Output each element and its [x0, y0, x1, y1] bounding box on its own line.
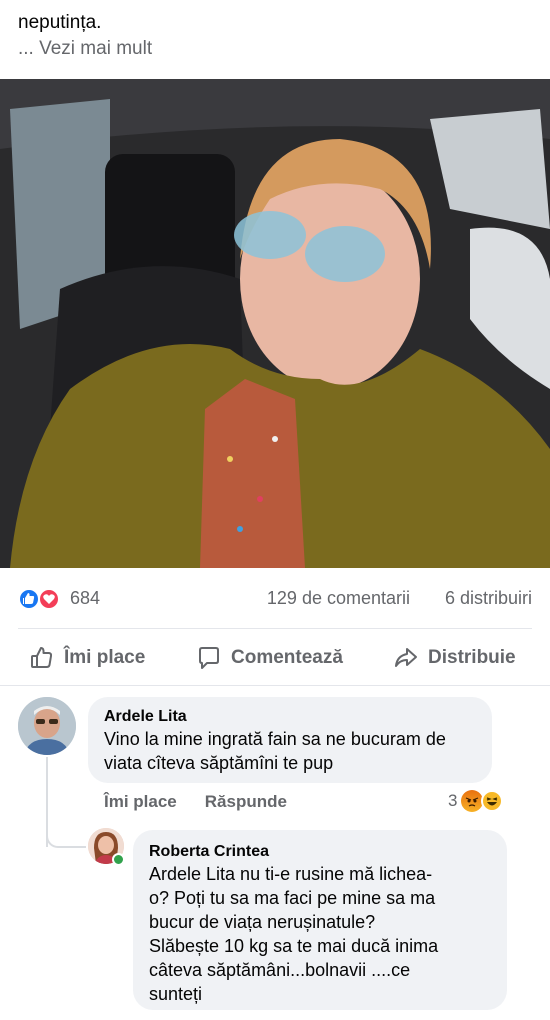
reply-author[interactable]: Roberta Crintea	[149, 842, 491, 862]
car-selfie-image	[0, 79, 550, 568]
haha-reaction-icon	[481, 790, 504, 812]
comment-like-button[interactable]: Îmi place	[104, 792, 177, 812]
comment-count[interactable]: 129 de comentarii	[267, 588, 410, 609]
comment-bubble: Ardele Lita Vino la mine ingrată fain sa…	[88, 697, 492, 783]
share-count[interactable]: 6 distribuiri	[445, 588, 532, 609]
reaction-count[interactable]: 684	[70, 588, 100, 609]
comment-actions: Îmi place Răspunde	[104, 792, 287, 812]
like-button-label: Îmi place	[64, 647, 146, 668]
online-status-indicator	[112, 853, 125, 866]
like-button[interactable]: Îmi place	[28, 642, 145, 674]
angry-reaction-icon	[461, 790, 484, 812]
thumbs-up-icon	[31, 647, 53, 668]
see-more-link[interactable]: ... Vezi mai mult	[18, 36, 152, 62]
share-button[interactable]: Distribuie	[392, 642, 516, 674]
share-arrow-icon	[395, 648, 417, 667]
post-text: neputința.	[18, 12, 102, 33]
comment-text: Vino la mine ingrată fain sa ne bucuram …	[104, 729, 446, 773]
thread-connector	[46, 830, 86, 848]
reply-bubble: Roberta Crintea Ardele Lita nu ti-e rusi…	[133, 830, 507, 1010]
divider	[18, 628, 532, 629]
post-actions: Îmi place Comentează Distribuie	[0, 636, 550, 680]
like-reaction-icon	[18, 588, 40, 610]
comment-author[interactable]: Ardele Lita	[104, 707, 476, 727]
share-button-label: Distribuie	[428, 647, 516, 668]
reaction-icons[interactable]	[18, 588, 64, 610]
comment-reaction-count: 3	[448, 791, 458, 810]
avatar[interactable]	[18, 697, 76, 755]
comment-reactions[interactable]: 3	[448, 790, 504, 812]
comment-bubble-icon	[199, 647, 219, 669]
comment-button[interactable]: Comentează	[195, 642, 343, 674]
post-photo[interactable]	[0, 79, 550, 568]
divider	[0, 685, 550, 686]
post-stats: 684 129 de comentarii 6 distribuiri	[0, 580, 550, 620]
comment-button-label: Comentează	[231, 647, 343, 668]
reply-text: Ardele Lita nu ti-e rusine mă lichea- o?…	[149, 864, 439, 1004]
comment-reply-button[interactable]: Răspunde	[205, 792, 287, 812]
love-reaction-icon	[38, 588, 60, 610]
